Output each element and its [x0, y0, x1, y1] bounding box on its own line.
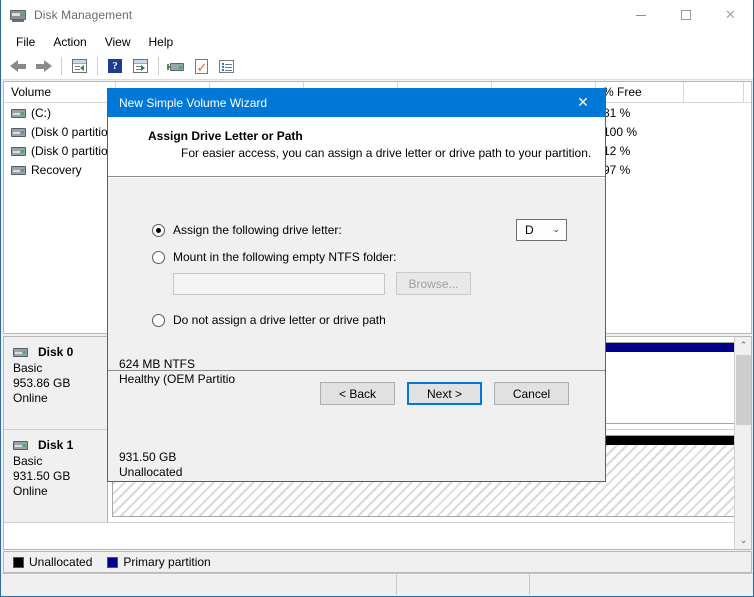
volume-name: (Disk 0 partition — [31, 124, 115, 139]
partition-line1: 931.50 GB — [119, 450, 177, 464]
status-panel-3 — [530, 574, 753, 595]
forward-arrow-icon[interactable] — [31, 55, 55, 77]
status-panel-1 — [2, 574, 397, 595]
close-icon: ✕ — [725, 7, 736, 23]
option-assign-letter-row[interactable]: Assign the following drive letter: D ⌄ — [152, 219, 572, 241]
volume-icon — [11, 108, 26, 118]
disk-info-0[interactable]: Disk 0 Basic 953.86 GB Online — [4, 337, 108, 429]
volume-icon — [11, 146, 26, 156]
drive-letter-dropdown[interactable]: D ⌄ — [516, 219, 567, 241]
option-no-assign-row[interactable]: Do not assign a drive letter or drive pa… — [152, 313, 572, 327]
menu-action[interactable]: Action — [44, 32, 95, 52]
volume-icon — [11, 165, 26, 175]
dialog-body: Assign the following drive letter: D ⌄ M… — [108, 177, 605, 425]
window-title: Disk Management — [34, 8, 133, 22]
properties-icon[interactable]: ✓ — [189, 55, 213, 77]
drive-letter-value: D — [525, 223, 534, 237]
rescan-disks-icon[interactable] — [164, 55, 188, 77]
toolbar-separator — [97, 57, 98, 75]
partition-line2: Healthy (OEM Partitio — [119, 372, 236, 386]
status-bar — [2, 573, 753, 595]
disk-type: Basic — [13, 454, 43, 468]
volume-pct-free: 12 % — [603, 143, 631, 158]
volume-pct-free: 81 % — [603, 105, 631, 120]
disk-info-1[interactable]: Disk 1 Basic 931.50 GB Online — [4, 430, 108, 522]
toolbar: ? ✓ — [1, 53, 753, 80]
legend-item-unallocated: Unallocated — [13, 555, 92, 569]
column-header-8[interactable] — [684, 82, 744, 103]
back-arrow-icon[interactable] — [6, 55, 30, 77]
legend: Unallocated Primary partition — [3, 551, 752, 573]
browse-button[interactable]: Browse... — [396, 272, 471, 295]
new-simple-volume-wizard-dialog: New Simple Volume Wizard ✕ Assign Drive … — [107, 88, 606, 482]
window-controls: ✕ — [618, 0, 753, 30]
column-header-pct-free[interactable]: % Free — [596, 82, 684, 103]
disk-name: Disk 0 — [38, 345, 74, 359]
dialog-heading: Assign Drive Letter or Path — [148, 129, 303, 143]
dialog-title: New Simple Volume Wizard — [119, 96, 268, 110]
mount-folder-row: Browse... — [173, 272, 572, 295]
radio-mount-ntfs-folder[interactable] — [152, 250, 165, 264]
drive-letter-options: Assign the following drive letter: D ⌄ M… — [152, 219, 572, 340]
label-mount-ntfs-folder: Mount in the following empty NTFS folder… — [173, 250, 397, 264]
disk-status: Online — [13, 391, 48, 405]
legend-swatch-unallocated — [13, 556, 24, 568]
option-mount-folder-row[interactable]: Mount in the following empty NTFS folder… — [152, 250, 572, 264]
mount-folder-input[interactable] — [173, 272, 385, 295]
radio-assign-drive-letter[interactable] — [152, 223, 165, 237]
volume-pct-free: 97 % — [603, 162, 631, 177]
menu-file[interactable]: File — [7, 32, 44, 52]
partition-line1: 624 MB NTFS — [119, 357, 196, 371]
scroll-up-icon[interactable]: ⌃ — [735, 337, 751, 354]
scroll-down-icon[interactable]: ⌄ — [735, 532, 751, 549]
menu-bar: File Action View Help — [1, 30, 753, 53]
close-icon: ✕ — [577, 95, 589, 111]
list-view-icon[interactable] — [214, 55, 238, 77]
radio-do-not-assign[interactable] — [152, 313, 165, 327]
up-one-level-icon[interactable] — [67, 55, 91, 77]
volume-name: (C:) — [31, 105, 51, 120]
dialog-subheading: For easier access, you can assign a driv… — [181, 146, 592, 160]
menu-help[interactable]: Help — [140, 32, 183, 52]
status-panel-2 — [397, 574, 530, 595]
label-assign-drive-letter: Assign the following drive letter: — [173, 223, 342, 237]
maximize-button[interactable] — [663, 0, 708, 30]
disk-size: 953.86 GB — [13, 376, 71, 390]
legend-label-unallocated: Unallocated — [29, 555, 93, 569]
volume-pct-free: 100 % — [603, 124, 638, 139]
disk-icon — [13, 441, 28, 450]
partition-line2: Unallocated — [119, 465, 183, 479]
chevron-down-icon: ⌄ — [552, 225, 560, 235]
legend-label-primary: Primary partition — [123, 555, 211, 569]
disk-icon — [13, 348, 28, 357]
legend-item-primary-partition: Primary partition — [107, 555, 211, 569]
title-bar: Disk Management ✕ — [1, 0, 753, 30]
dialog-close-button[interactable]: ✕ — [561, 89, 605, 117]
show-hide-console-tree-icon[interactable] — [128, 55, 152, 77]
disk-type: Basic — [13, 361, 43, 375]
disk-management-window: Disk Management ✕ File Action View Help … — [0, 0, 754, 597]
volume-name: Recovery — [31, 162, 82, 177]
volume-icon — [11, 127, 26, 137]
disk-name: Disk 1 — [38, 438, 74, 452]
label-do-not-assign: Do not assign a drive letter or drive pa… — [173, 313, 386, 327]
dialog-header: Assign Drive Letter or Path For easier a… — [108, 117, 605, 177]
volume-name: (Disk 0 partition — [31, 143, 115, 158]
disk-size: 931.50 GB — [13, 469, 71, 483]
minimize-button[interactable] — [618, 0, 663, 30]
column-header-volume[interactable]: Volume — [4, 82, 116, 103]
legend-swatch-primary — [107, 556, 119, 568]
help-icon[interactable]: ? — [103, 55, 127, 77]
menu-view[interactable]: View — [96, 32, 140, 52]
toolbar-separator — [158, 57, 159, 75]
toolbar-separator — [61, 57, 62, 75]
close-button[interactable]: ✕ — [708, 0, 753, 30]
disk-management-icon — [10, 7, 26, 23]
dialog-title-bar: New Simple Volume Wizard ✕ — [108, 89, 605, 117]
disk-status: Online — [13, 484, 48, 498]
